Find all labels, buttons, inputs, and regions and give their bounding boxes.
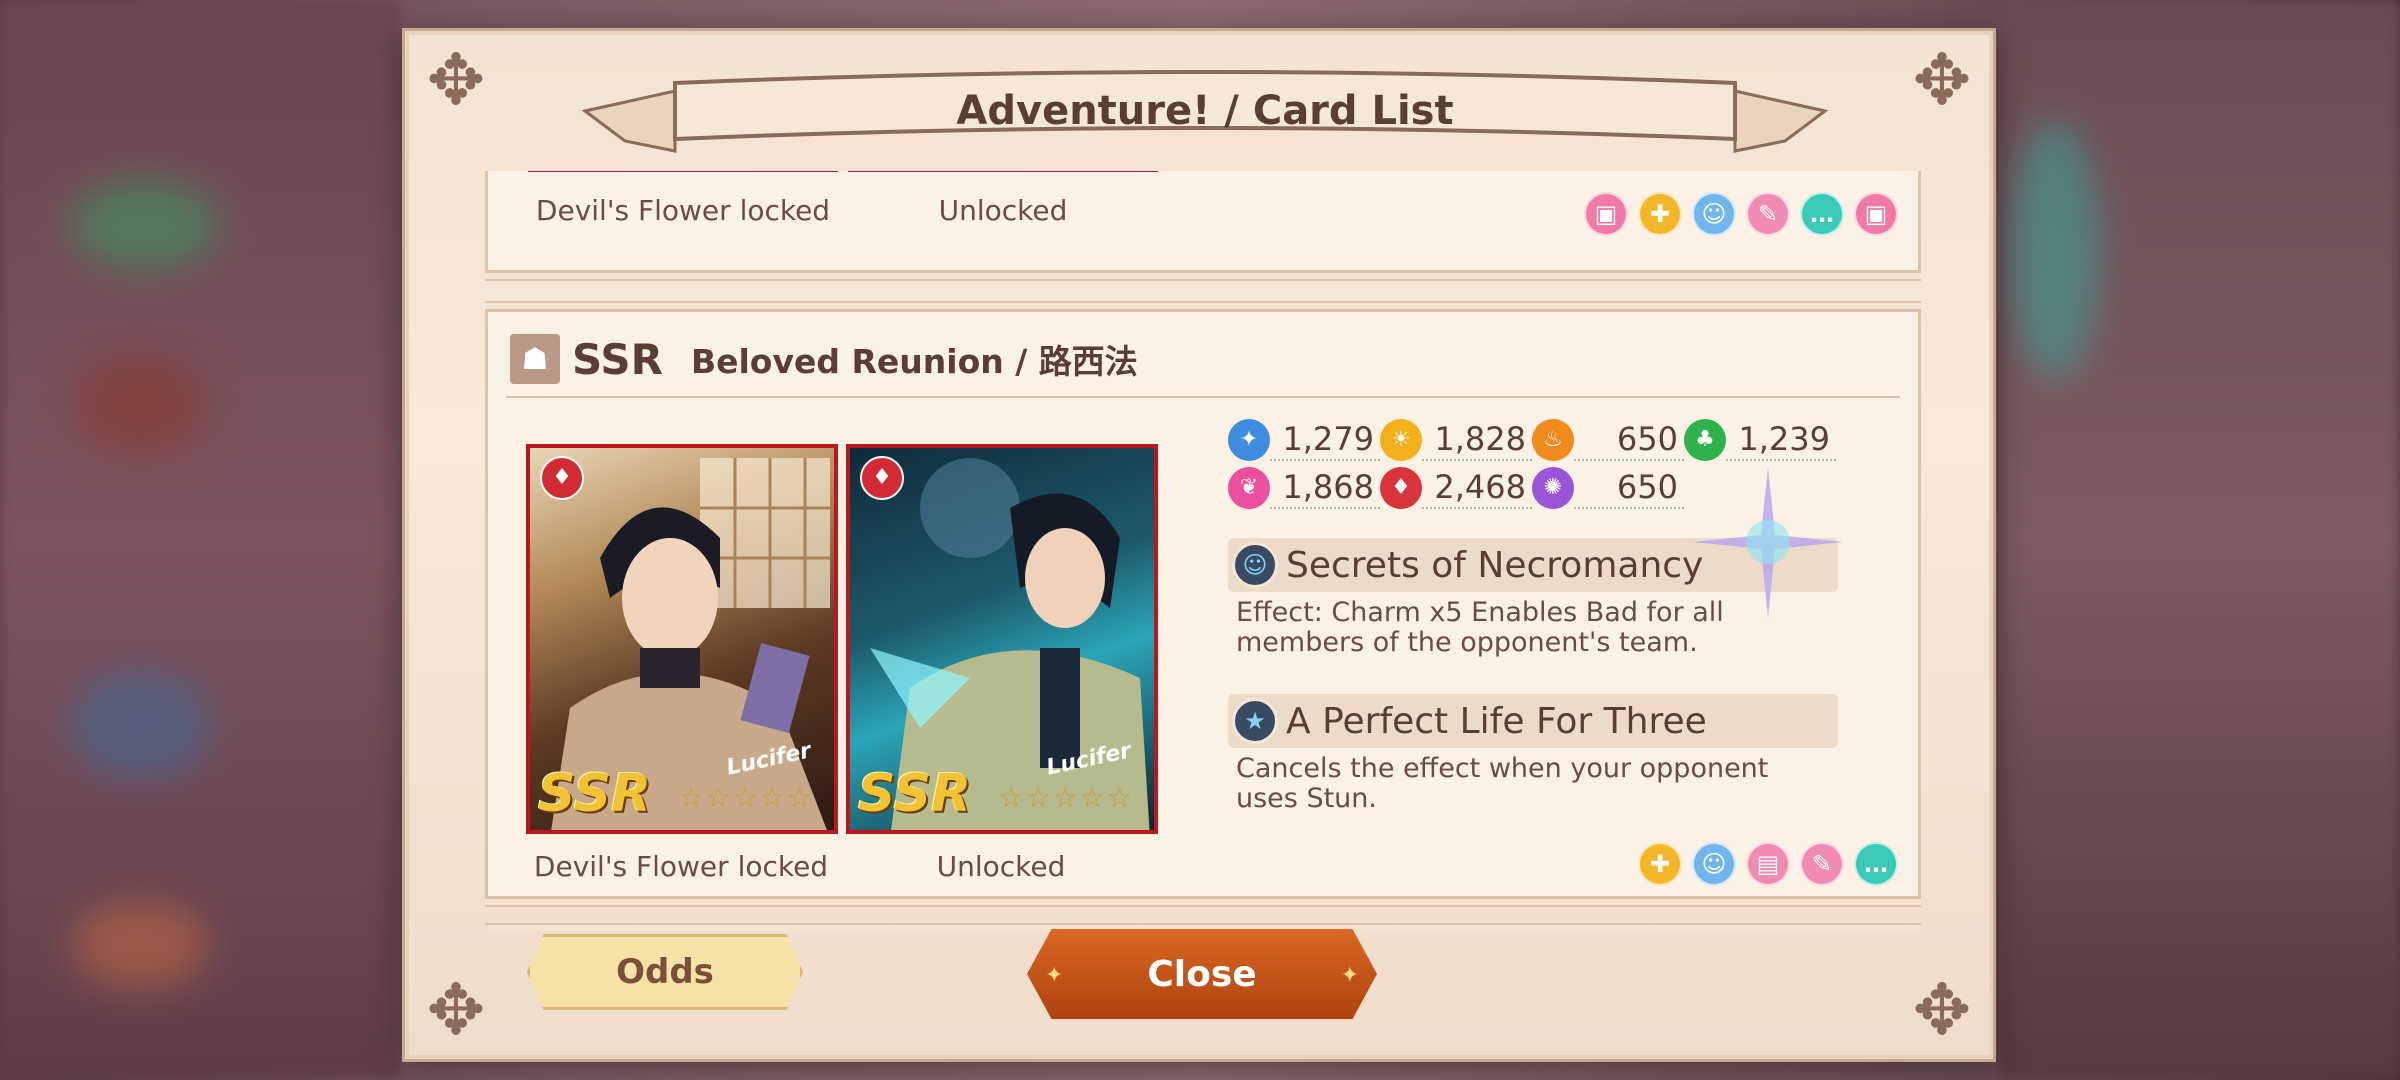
card-image-unlocked[interactable]	[848, 171, 1158, 172]
stat-value: 1,239	[1726, 419, 1836, 461]
devil-icon: ☗	[510, 334, 560, 384]
sparkle-effect	[1693, 467, 1843, 617]
stat-item: ♨ 650	[1532, 419, 1684, 461]
flame-icon: ♨	[1532, 419, 1574, 461]
reward-icons: ▣ ✚ ☺ ✎ … ▣	[1584, 192, 1898, 236]
corner-ornament: ✥	[426, 969, 486, 1051]
dialog-title: Adventure! / Card List	[956, 88, 1454, 134]
stat-item: ☀ 1,828	[1380, 419, 1532, 461]
card-image-locked[interactable]	[528, 171, 838, 172]
mic-icon[interactable]: ✎	[1746, 192, 1790, 236]
divider	[506, 396, 1900, 398]
gift-icon[interactable]: ✚	[1638, 842, 1682, 886]
card-list-dialog: ✥ ✥ ✥ ✥ Adventure! / Card List Devil's F…	[402, 28, 1996, 1062]
camera-icon[interactable]: ▣	[1584, 192, 1628, 236]
rarity-label: SSR	[572, 334, 663, 384]
background-blob	[2010, 120, 2100, 380]
red-gem-icon: ♦	[1380, 467, 1422, 509]
corner-ornament: ✥	[1912, 39, 1972, 121]
close-button-label: Close	[1147, 953, 1257, 995]
leaf-icon: ♣	[1684, 419, 1726, 461]
background-blob	[70, 900, 210, 990]
purple-gem-icon: ✺	[1532, 467, 1574, 509]
camera-icon[interactable]: ▣	[1854, 192, 1898, 236]
stat-item: ✦ 1,279	[1228, 419, 1380, 461]
stat-item: ♦ 2,468	[1380, 467, 1532, 509]
sparkle-icon: ✦	[1340, 963, 1359, 988]
card-title: Beloved Reunion / 路西法	[690, 342, 1138, 381]
card-rarity-badge: SSR	[858, 764, 972, 824]
stat-item: ❦ 1,868	[1228, 467, 1380, 509]
star-skill-icon: ★	[1232, 698, 1278, 744]
gift-icon[interactable]: ✚	[1638, 192, 1682, 236]
corner-ornament: ✥	[1912, 969, 1972, 1051]
stat-value: 1,868	[1270, 467, 1380, 509]
face-skill-icon: ☺	[1232, 542, 1278, 588]
card-image-locked[interactable]: ♦ Lucifer SSR ☆☆☆☆☆	[526, 444, 838, 834]
attribute-icon: ♦	[860, 456, 904, 500]
background-blob	[70, 350, 210, 460]
image-icon[interactable]: ▤	[1746, 842, 1790, 886]
reward-icons: ✚ ☺ ▤ ✎ …	[1638, 842, 1898, 886]
locked-label: Devil's Flower locked	[533, 850, 829, 883]
stat-item: ♣ 1,239	[1684, 419, 1836, 461]
sparkle-icon: ✦	[1045, 963, 1064, 988]
background-left	[0, 0, 400, 1080]
card-rarity-badge: SSR	[538, 764, 652, 824]
close-button[interactable]: ✦ Close ✦	[1027, 929, 1377, 1019]
skill-header: ★ A Perfect Life For Three	[1228, 694, 1838, 748]
chat-icon[interactable]: …	[1800, 192, 1844, 236]
heart-gem-icon: ❦	[1228, 467, 1270, 509]
chat-icon[interactable]: …	[1854, 842, 1898, 886]
stat-value: 650	[1574, 467, 1684, 509]
skill-description: Cancels the effect when your opponent us…	[1236, 753, 1769, 814]
mic-icon[interactable]: ✎	[1800, 842, 1844, 886]
corner-ornament: ✥	[426, 39, 486, 121]
background-blob	[70, 670, 210, 780]
face-icon[interactable]: ☺	[1692, 192, 1736, 236]
face-icon[interactable]: ☺	[1692, 842, 1736, 886]
skill-block: ★ A Perfect Life For Three Cancels the e…	[1228, 694, 1838, 814]
card-panel-previous: Devil's Flower locked Unlocked ▣ ✚ ☺ ✎ ……	[485, 171, 1921, 273]
stat-value: 1,828	[1422, 419, 1532, 461]
star-rating: ☆☆☆☆☆	[678, 781, 814, 814]
stat-value: 1,279	[1270, 419, 1380, 461]
stat-row: ✦ 1,279 ☀ 1,828 ♨ 650 ♣ 1,239	[1228, 416, 1848, 464]
unlocked-label: Unlocked	[936, 850, 1066, 883]
title-banner: Adventure! / Card List	[565, 61, 1845, 161]
attribute-icon: ♦	[540, 456, 584, 500]
card-image-unlocked[interactable]: ♦ Lucifer SSR ☆☆☆☆☆	[846, 444, 1158, 834]
unlocked-label: Unlocked	[938, 194, 1068, 227]
skill-name: A Perfect Life For Three	[1286, 700, 1707, 742]
skill-name: Secrets of Necromancy	[1286, 544, 1704, 586]
stat-value: 650	[1574, 419, 1684, 461]
stat-item: ✺ 650	[1532, 467, 1684, 509]
odds-button[interactable]: Odds	[527, 934, 803, 1010]
card-header: ☗ SSR Beloved Reunion / 路西法	[510, 332, 1138, 386]
locked-label: Devil's Flower locked	[535, 194, 831, 227]
star-rating: ☆☆☆☆☆	[998, 781, 1134, 814]
blue-gem-icon: ✦	[1228, 419, 1270, 461]
stat-value: 2,468	[1422, 467, 1532, 509]
sun-icon: ☀	[1380, 419, 1422, 461]
background-blob	[70, 180, 220, 270]
